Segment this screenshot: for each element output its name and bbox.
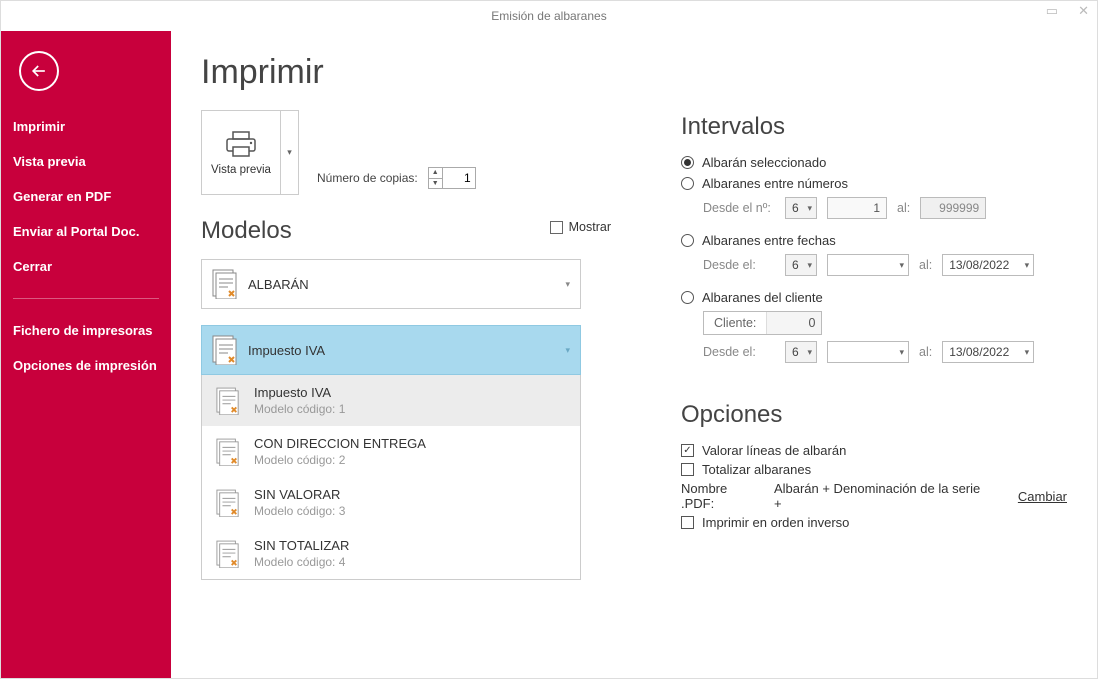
from-number-input[interactable] [827,197,887,219]
model-item-name: CON DIRECCION ENTREGA [254,436,426,451]
model-item-code: Modelo código: 3 [254,504,345,518]
checkbox-icon [550,221,563,234]
page-title: Imprimir [201,53,651,92]
document-icon [212,335,238,365]
copies-label: Número de copias: [317,171,418,185]
to-label: al: [897,201,910,215]
sidebar-item-enviar-portal[interactable]: Enviar al Portal Doc. [1,214,171,249]
model-item-name: SIN VALORAR [254,487,345,502]
sidebar-item-opciones-impresion[interactable]: Opciones de impresión [1,348,171,383]
arrow-left-icon [29,61,49,81]
model-group-select[interactable]: Impuesto IVA ▾ [201,325,581,375]
radio-icon [681,291,694,304]
series-select[interactable]: 6 [785,254,817,276]
spinner-down-icon[interactable]: ▼ [429,179,442,189]
copies-spinner[interactable]: ▲ ▼ [428,167,476,189]
cliente-value: 0 [767,312,821,334]
opciones-heading: Opciones [681,401,1067,429]
sidebar-divider [13,298,159,299]
radio-label: Albaranes del cliente [702,290,823,305]
model-item[interactable]: SIN VALORAR Modelo código: 3 [202,477,580,528]
radio-entre-fechas[interactable]: Albaranes entre fechas [681,233,1067,248]
document-icon [216,540,240,568]
model-group-value: Impuesto IVA [248,343,325,358]
sidebar-item-imprimir[interactable]: Imprimir [1,109,171,144]
model-item[interactable]: SIN TOTALIZAR Modelo código: 4 [202,528,580,579]
to-label: al: [919,345,932,359]
mostrar-label: Mostrar [569,220,611,234]
radio-icon [681,156,694,169]
titlebar: Emisión de albaranes ▭ ✕ [1,1,1097,31]
model-item-name: SIN TOTALIZAR [254,538,349,553]
chevron-down-icon: ▾ [565,345,570,356]
to-label: al: [919,258,932,272]
series-select[interactable]: 6 [785,341,817,363]
model-item-code: Modelo código: 1 [254,402,345,416]
model-item[interactable]: CON DIRECCION ENTREGA Modelo código: 2 [202,426,580,477]
model-type-value: ALBARÁN [248,277,309,292]
model-item-code: Modelo código: 2 [254,453,426,467]
radio-label: Albaranes entre números [702,176,848,191]
check-label: Totalizar albaranes [702,462,811,477]
mostrar-checkbox[interactable]: Mostrar [550,220,611,234]
check-valorar[interactable]: ✓ Valorar líneas de albarán [681,443,1067,458]
chevron-down-icon: ▾ [565,279,570,290]
to-number-input[interactable] [920,197,986,219]
check-orden-inverso[interactable]: Imprimir en orden inverso [681,515,1067,530]
from-number-label: Desde el nº: [703,201,775,215]
radio-albaran-seleccionado[interactable]: Albarán seleccionado [681,155,1067,170]
window-close-icon[interactable]: ✕ [1074,3,1093,19]
pdf-name-value: Albarán + Denominación de la serie + [774,481,986,511]
document-icon [216,438,240,466]
copies-input[interactable] [443,168,475,188]
from-date-select[interactable] [827,254,909,276]
from-date-select[interactable] [827,341,909,363]
window-restore-icon[interactable]: ▭ [1042,3,1062,19]
sidebar-item-vista-previa[interactable]: Vista previa [1,144,171,179]
document-icon [212,269,238,299]
checkbox-icon [681,516,694,529]
model-list: Impuesto IVA Modelo código: 1 CON DIRECCI… [201,375,581,580]
radio-icon [681,234,694,247]
to-date-select[interactable]: 13/08/2022 [942,254,1034,276]
sidebar-item-cerrar[interactable]: Cerrar [1,249,171,284]
printer-icon [224,130,258,158]
check-totalizar[interactable]: Totalizar albaranes [681,462,1067,477]
pdf-name-label: Nombre .PDF: [681,481,762,511]
from-date-label: Desde el: [703,258,775,272]
sidebar: Imprimir Vista previa Generar en PDF Env… [1,31,171,678]
cambiar-link[interactable]: Cambiar [1018,489,1067,504]
radio-icon [681,177,694,190]
document-icon [216,387,240,415]
from-date-label: Desde el: [703,345,775,359]
checkbox-checked-icon: ✓ [681,444,694,457]
document-icon [216,489,240,517]
check-label: Imprimir en orden inverso [702,515,849,530]
radio-del-cliente[interactable]: Albaranes del cliente [681,290,1067,305]
model-type-select[interactable]: ALBARÁN ▾ [201,259,581,309]
model-item[interactable]: Impuesto IVA Modelo código: 1 [202,375,580,426]
checkbox-icon [681,463,694,476]
sidebar-item-fichero-impresoras[interactable]: Fichero de impresoras [1,313,171,348]
to-date-select[interactable]: 13/08/2022 [942,341,1034,363]
preview-split-button: Vista previa ▾ [201,110,299,195]
intervalos-heading: Intervalos [681,113,1067,141]
radio-label: Albaranes entre fechas [702,233,836,248]
radio-label: Albarán seleccionado [702,155,826,170]
cliente-label: Cliente: [704,312,767,334]
model-item-name: Impuesto IVA [254,385,345,400]
window-title: Emisión de albaranes [491,9,606,23]
check-label: Valorar líneas de albarán [702,443,846,458]
cliente-input[interactable]: Cliente: 0 [703,311,822,335]
radio-entre-numeros[interactable]: Albaranes entre números [681,176,1067,191]
preview-dropdown[interactable]: ▾ [280,111,298,194]
model-item-code: Modelo código: 4 [254,555,349,569]
series-select[interactable]: 6 [785,197,817,219]
back-button[interactable] [19,51,59,91]
sidebar-item-generar-pdf[interactable]: Generar en PDF [1,179,171,214]
preview-button-label: Vista previa [211,164,271,176]
modelos-heading: Modelos [201,217,292,245]
spinner-up-icon[interactable]: ▲ [429,168,442,179]
preview-button[interactable]: Vista previa [202,111,280,194]
